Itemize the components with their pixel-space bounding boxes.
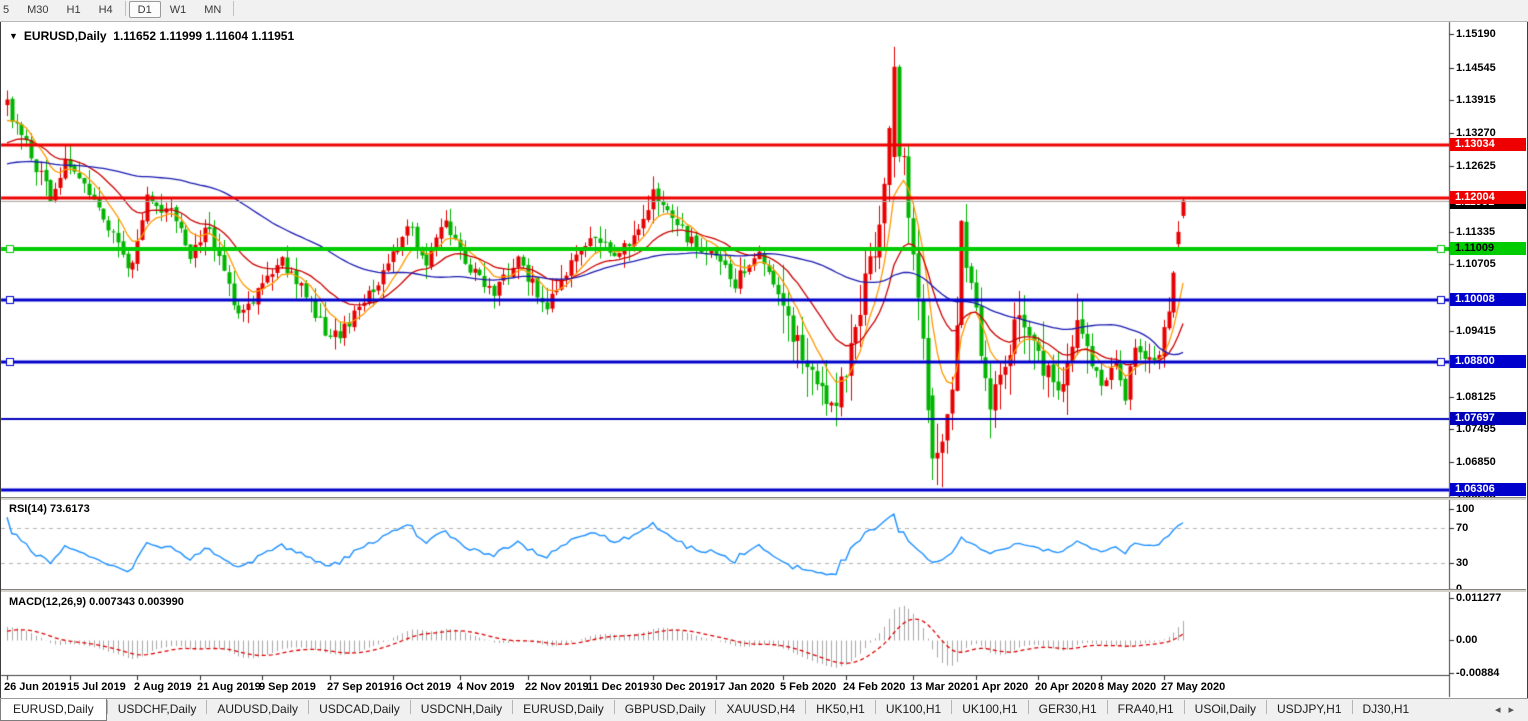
timeframe-button-mn[interactable]: MN [195,1,230,18]
timeframe-toolbar: 5M30H1H4 D1W1MN [0,0,1528,22]
level-price-badge: 1.13034 [1450,138,1526,151]
level-price-badge: 1.10008 [1450,293,1526,306]
date-axis-tick-label: 26 Jun 2019 [4,681,66,693]
price-axis-tick-label: 1.11335 [1456,226,1526,238]
level-price-badge: 1.08800 [1450,355,1526,368]
timeframe-button-h4[interactable]: H4 [90,1,122,18]
price-axis-tick-label: 1.06850 [1456,456,1526,468]
macd-axis-tick-label: 0.00 [1456,634,1526,646]
date-axis-tick-label: 17 Jan 2020 [713,681,775,693]
rsi-axis-tick-label: 30 [1456,557,1526,569]
date-axis-tick-label: 1 Apr 2020 [973,681,1028,693]
date-axis-tick-label: 2 Aug 2019 [134,681,192,693]
timeframe-button-h1[interactable]: H1 [58,1,90,18]
chart-tab-usdjpy-h1[interactable]: USDJPY,H1 [1267,699,1351,719]
toolbar-separator [125,1,126,16]
chart-title: ▼ EURUSD,Daily 1.11652 1.11999 1.11604 1.… [9,29,294,43]
macd-label: MACD(12,26,9) 0.007343 0.003990 [9,596,184,608]
date-axis-tick-label: 8 May 2020 [1098,681,1156,693]
macd-axis-tick-label: -0.00884 [1456,667,1526,679]
price-axis-tick-label: 1.10705 [1456,258,1526,270]
chart-tab-dj30-h1[interactable]: DJ30,H1 [1353,699,1420,719]
macd-axis-tick-label: 0.011277 [1456,592,1526,604]
price-axis-tick-label: 1.15190 [1456,28,1526,40]
chart-tab-audusd-daily[interactable]: AUDUSD,Daily [207,699,308,719]
chart-tab-hk50-h1[interactable]: HK50,H1 [806,699,875,719]
chart-tab-fra40-h1[interactable]: FRA40,H1 [1108,699,1184,719]
level-price-badge: 1.06306 [1450,483,1526,496]
date-axis-tick-label: 16 Oct 2019 [390,681,451,693]
chart-tab-uk100-h1[interactable]: UK100,H1 [876,699,951,719]
date-axis-tick-label: 5 Feb 2020 [780,681,836,693]
date-axis-tick-label: 22 Nov 2019 [525,681,589,693]
date-axis-tick-label: 20 Apr 2020 [1035,681,1096,693]
date-axis-tick-label: 4 Nov 2019 [457,681,514,693]
price-axis-tick-label: 1.09415 [1456,325,1526,337]
timeframe-button-m30[interactable]: M30 [18,1,57,18]
date-axis-tick-label: 9 Sep 2019 [259,681,316,693]
date-axis-tick-label: 15 Jul 2019 [67,681,126,693]
chart-tab-eurusd-daily[interactable]: EURUSD,Daily [513,699,614,719]
date-axis-tick-label: 27 May 2020 [1161,681,1225,693]
rsi-axis-tick-label: 100 [1456,503,1526,515]
chart-tab-usdchf-daily[interactable]: USDCHF,Daily [108,699,207,719]
timeframe-button-d1[interactable]: D1 [129,1,161,18]
tabs-scroll-right-icon[interactable]: ▸ [1508,704,1522,716]
level-price-badge: 1.11009 [1450,242,1526,255]
date-axis-tick-label: 11 Dec 2019 [587,681,649,693]
chart-tab-usdcad-daily[interactable]: USDCAD,Daily [309,699,410,719]
date-axis-tick-label: 21 Aug 2019 [197,681,261,693]
rsi-label: RSI(14) 73.6173 [9,503,90,515]
tabs-scroll-left-icon[interactable]: ◂ [1495,704,1509,716]
chart-dropdown-icon[interactable]: ▼ [9,31,18,41]
chart-tab-ger30-h1[interactable]: GER30,H1 [1029,699,1107,719]
chart-tab-gbpusd-daily[interactable]: GBPUSD,Daily [615,699,716,719]
chart-tab-usoil-daily[interactable]: USOil,Daily [1185,699,1266,719]
chart-tab-xauusd-h4[interactable]: XAUUSD,H4 [716,699,805,719]
toolbar-separator [233,1,234,16]
chart-canvas[interactable] [0,0,1528,720]
chart-ohlc-values: 1.11652 1.11999 1.11604 1.11951 [113,29,294,43]
date-axis-tick-label: 30 Dec 2019 [650,681,713,693]
chart-symbol-period: EURUSD,Daily [24,29,107,43]
chart-tab-uk100-h1[interactable]: UK100,H1 [952,699,1027,719]
rsi-axis-tick-label: 70 [1456,522,1526,534]
chart-tab-eurusd-daily[interactable]: EURUSD,Daily [0,699,107,721]
date-axis-tick-label: 24 Feb 2020 [843,681,905,693]
timeframe-button-w1[interactable]: W1 [161,1,196,18]
level-price-badge: 1.12004 [1450,191,1526,204]
date-axis-tick-label: 27 Sep 2019 [327,681,390,693]
pane-separator[interactable] [1,497,1526,500]
price-axis-tick-label: 1.14545 [1456,62,1526,74]
date-axis-tick-label: 13 Mar 2020 [910,681,972,693]
pane-separator[interactable] [1,589,1526,592]
price-axis-tick-label: 1.13915 [1456,94,1526,106]
chart-tabs-bar: EURUSD,DailyUSDCHF,DailyAUDUSD,DailyUSDC… [0,698,1528,721]
price-axis-tick-label: 1.08125 [1456,391,1526,403]
chart-tab-usdcnh-daily[interactable]: USDCNH,Daily [411,699,512,719]
level-price-badge: 1.07697 [1450,412,1526,425]
timeframe-button-5[interactable]: 5 [0,1,18,18]
price-axis-tick-label: 1.12625 [1456,160,1526,172]
